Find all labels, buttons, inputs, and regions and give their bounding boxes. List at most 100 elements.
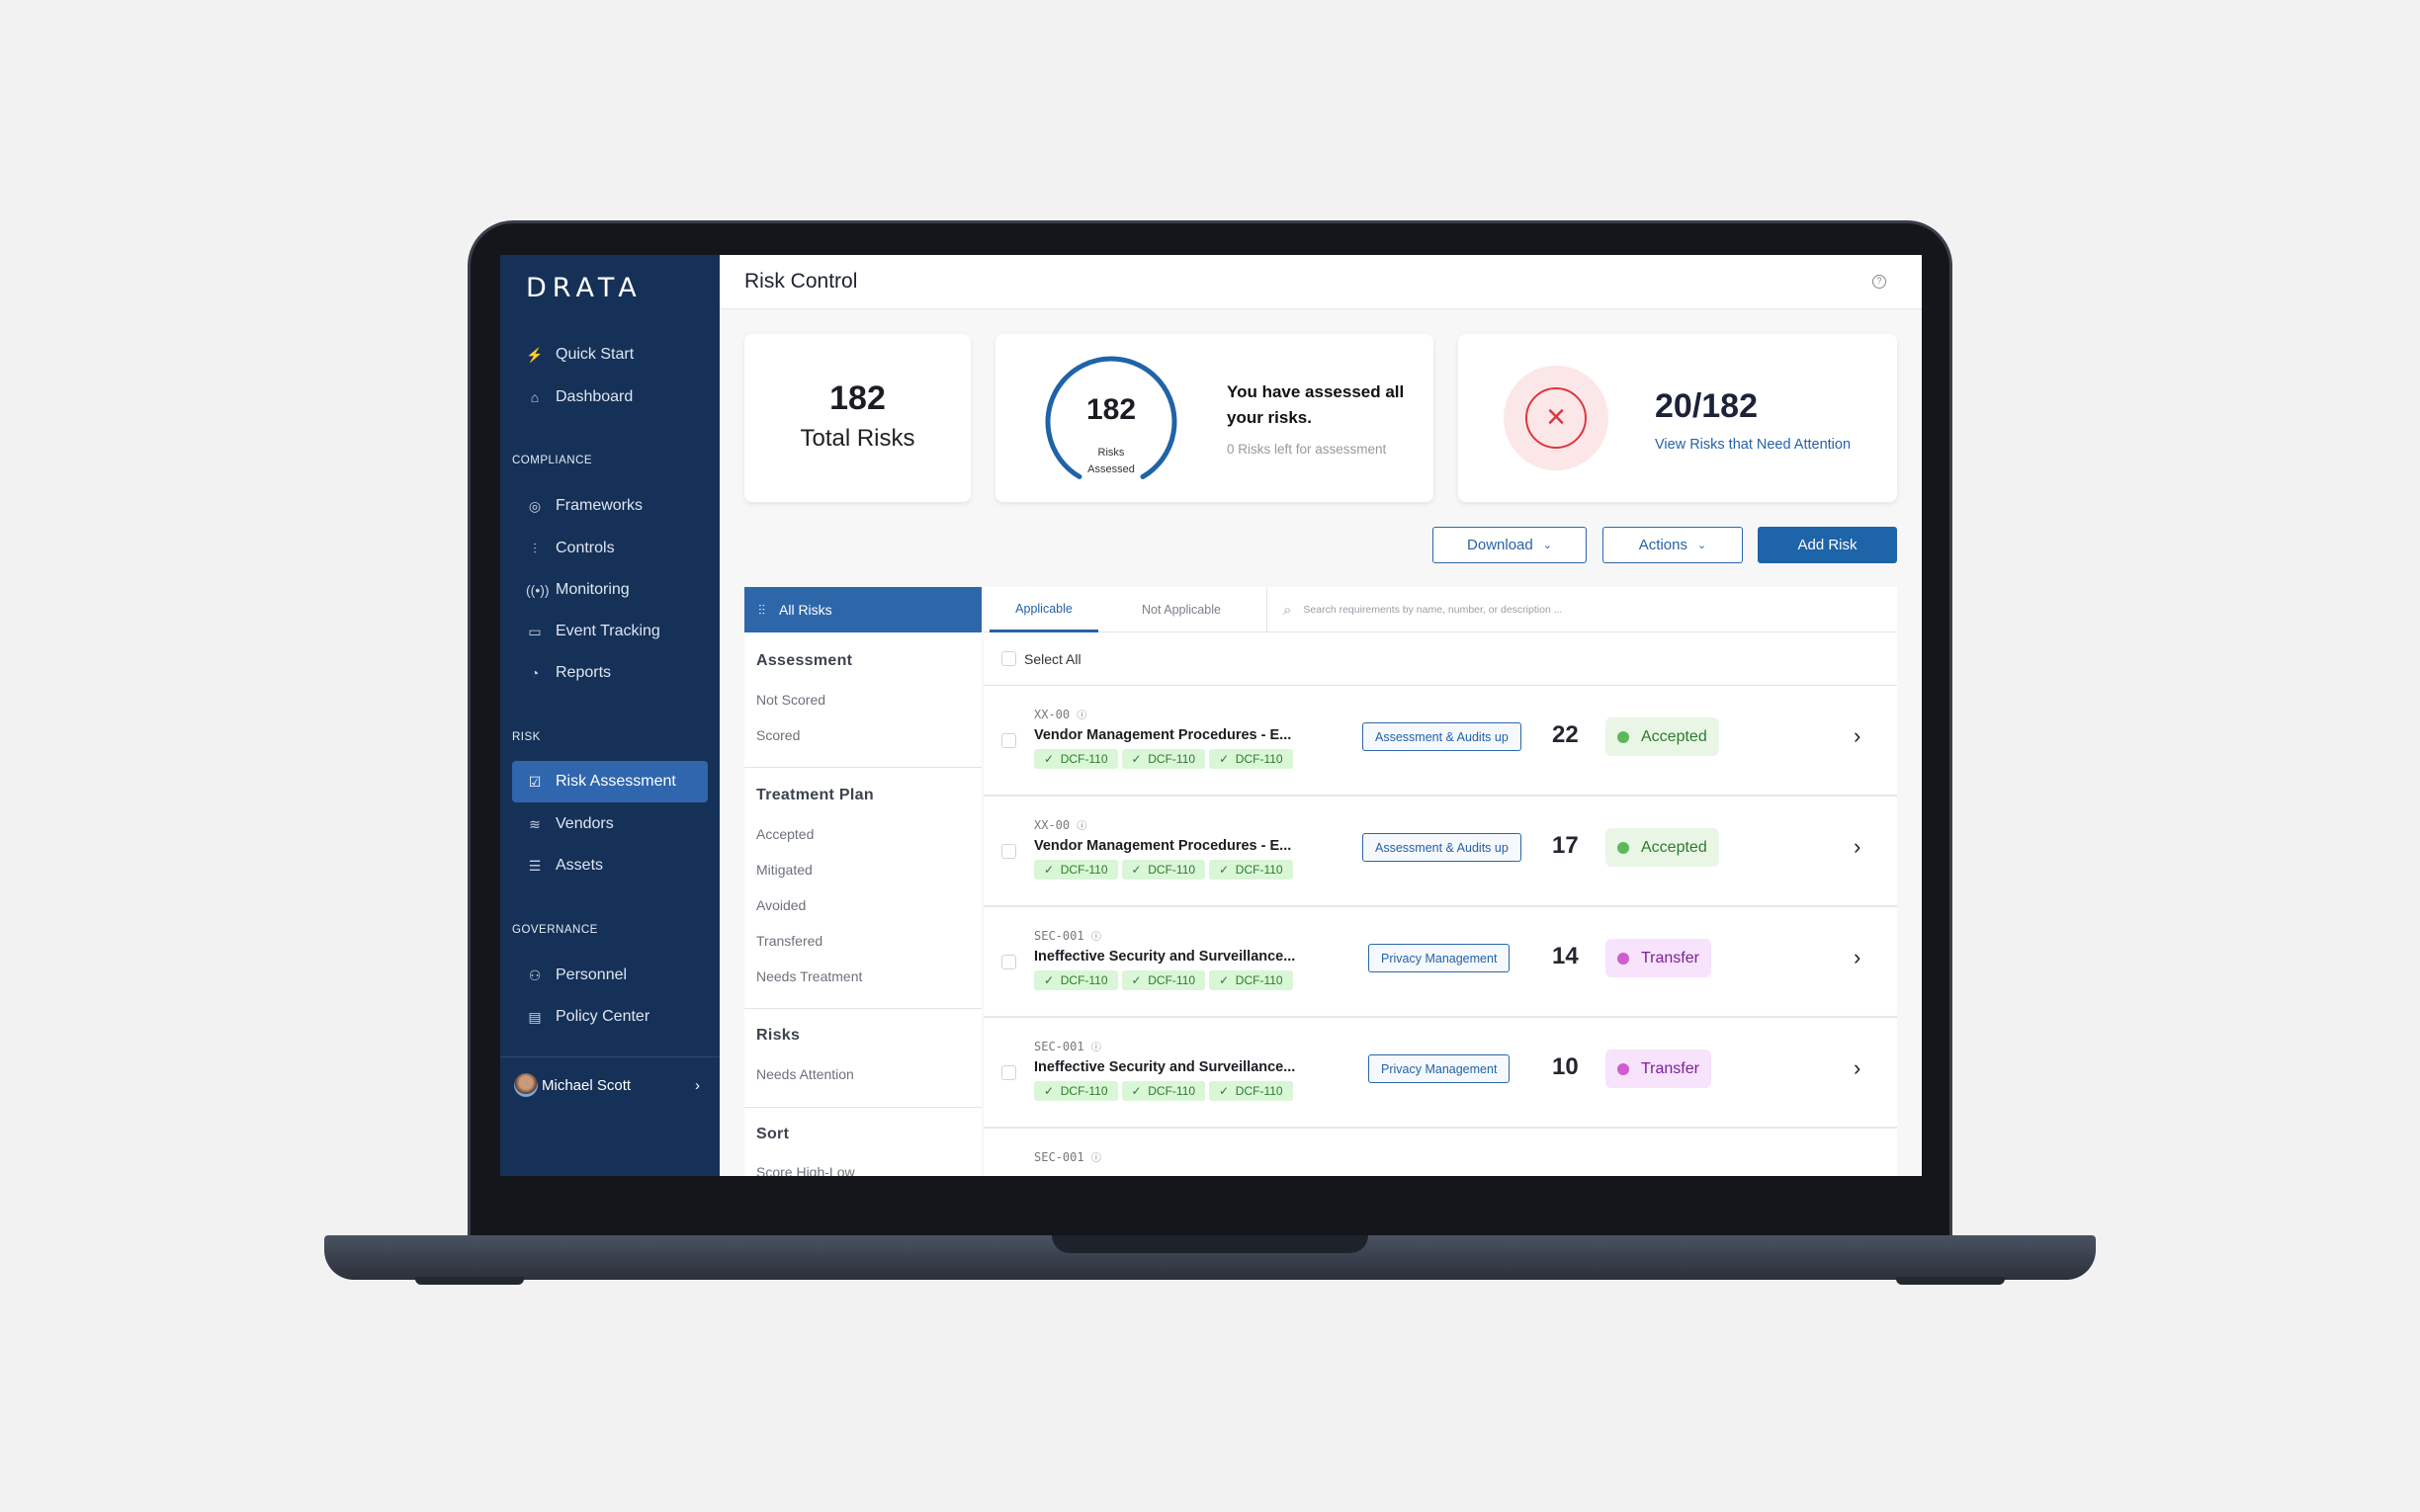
control-tag[interactable]: ✓ DCF-110 [1121,860,1206,880]
row-checkbox[interactable] [1001,955,1016,969]
users-icon: ⚇ [528,966,542,983]
nav-label: Controls [556,540,615,556]
filter-needs-treatment[interactable]: Needs Treatment [756,968,862,984]
table-row[interactable]: SEC-001 ⓘ Ineffective Security and Survei… [984,907,1897,1018]
check-icon: ✓ [1044,1084,1055,1098]
category-pill[interactable]: Privacy Management [1368,944,1511,972]
control-tag[interactable]: ✓ DCF-110 [1034,970,1118,990]
control-tags: ✓ DCF-110 ✓ DCF-110 ✓ DCF-110 [1034,749,1293,769]
filter-divider [744,1008,982,1009]
chevron-right-icon[interactable]: › [1854,723,1860,749]
download-button[interactable]: Download ⌄ [1432,527,1587,563]
risks-assessed-card: 182 Risks Assessed You have assessed all… [995,334,1433,502]
check-icon: ✓ [1219,973,1230,987]
sliders-icon: ⫶ [533,540,537,556]
chevron-right-icon[interactable]: › [1854,945,1860,970]
info-icon: ⓘ [1077,821,1087,832]
user-menu[interactable]: Michael Scott › [514,1067,708,1103]
risk-id-text: XX-00 [1034,708,1071,721]
filter-transfered[interactable]: Transfered [756,933,822,949]
info-icon: ⓘ [1090,932,1101,943]
select-all-row[interactable]: Select All [984,632,1897,686]
risk-name[interactable]: Ineffective Security and Surveillance... [1034,1059,1295,1075]
nav-event-tracking[interactable]: ▭ Event Tracking [512,611,708,652]
nav-controls[interactable]: ⫶ Controls [512,528,708,569]
filter-mitigated[interactable]: Mitigated [756,862,813,878]
table-row[interactable]: XX-00 ⓘ Vendor Management Procedures - E.… [984,797,1897,907]
status-badge: Accepted [1605,828,1719,867]
status-dot [1617,952,1629,965]
nav-label: Personnel [556,966,628,983]
chevron-right-icon[interactable]: › [1854,834,1860,860]
filter-not-scored[interactable]: Not Scored [756,692,825,708]
assessed-sub: 0 Risks left for assessment [1227,442,1387,457]
nav-label: Risk Assessment [556,773,676,790]
status-label: Accepted [1641,838,1707,856]
filter-accepted[interactable]: Accepted [756,826,814,842]
nav-reports[interactable]: ◔ Reports [512,652,708,694]
attention-value: 20/182 [1655,387,1758,425]
risk-score: 14 [1552,943,1579,969]
control-tag[interactable]: ✓ DCF-110 [1209,860,1293,880]
calendar-icon: ▭ [528,623,542,639]
total-risks-label: Total Risks [800,425,915,452]
tab-applicable[interactable]: Applicable [990,587,1098,632]
tag-label: DCF-110 [1148,973,1196,987]
nav-policy-center[interactable]: ▤ Policy Center [512,996,708,1038]
row-checkbox[interactable] [1001,733,1016,748]
status-label: Transfer [1641,1059,1699,1077]
control-tags: ✓ DCF-110 ✓ DCF-110 ✓ DCF-110 [1034,970,1293,990]
filter-scored[interactable]: Scored [756,727,800,743]
risk-name[interactable]: Vendor Management Procedures - E... [1034,727,1291,743]
control-tag[interactable]: ✓ DCF-110 [1121,1081,1206,1101]
view-attention-link[interactable]: View Risks that Need Attention [1655,437,1851,453]
tag-label: DCF-110 [1148,1084,1196,1098]
nav-dashboard[interactable]: ⌂ Dashboard [512,377,708,418]
nav-frameworks[interactable]: ◎ Frameworks [512,485,708,527]
all-risks-filter[interactable]: ⫶⫶ All Risks [744,587,982,632]
help-icon[interactable]: ? [1872,275,1886,289]
check-icon: ✓ [1131,752,1142,766]
risk-name[interactable]: Ineffective Security and Surveillance... [1034,949,1295,965]
filter-needs-attention[interactable]: Needs Attention [756,1066,854,1082]
control-tag[interactable]: ✓ DCF-110 [1121,970,1206,990]
table-row[interactable]: XX-00 ⓘ Vendor Management Procedures - E.… [984,686,1897,797]
row-checkbox[interactable] [1001,1065,1016,1080]
filter-avoided[interactable]: Avoided [756,897,806,913]
category-pill[interactable]: Assessment & Audits up [1362,833,1521,862]
actions-button[interactable]: Actions ⌄ [1602,527,1743,563]
table-row[interactable]: SEC-001 ⓘ Ineffective Security and Survei… [984,1018,1897,1129]
nav-vendors[interactable]: ≋ Vendors [512,803,708,845]
home-icon: ⌂ [530,389,540,405]
risk-id-text: SEC-001 [1034,1150,1084,1164]
avatar [514,1073,538,1097]
row-checkbox[interactable] [1001,844,1016,859]
nav-quick-start[interactable]: ⚡ Quick Start [512,334,708,376]
search-input[interactable]: ⌕ Search requirements by name, number, or… [1266,587,1897,632]
nav-assets[interactable]: ☰ Assets [512,845,708,886]
control-tag[interactable]: ✓ DCF-110 [1121,749,1206,769]
tag-label: DCF-110 [1060,752,1108,766]
tab-not-applicable[interactable]: Not Applicable [1122,587,1241,632]
table-row[interactable]: SEC-001 ⓘ [984,1129,1897,1176]
control-tag[interactable]: ✓ DCF-110 [1034,749,1118,769]
control-tag[interactable]: ✓ DCF-110 [1209,970,1293,990]
filter-divider [744,767,982,768]
risk-name[interactable]: Vendor Management Procedures - E... [1034,838,1291,854]
add-risk-button[interactable]: Add Risk [1758,527,1897,563]
control-tag[interactable]: ✓ DCF-110 [1034,1081,1118,1101]
nav-personnel[interactable]: ⚇ Personnel [512,955,708,996]
sort-score-high-low[interactable]: Score High-Low [756,1164,855,1176]
nav-label: Frameworks [556,497,644,514]
select-all-checkbox[interactable] [1001,651,1016,666]
laptop-foot [415,1277,524,1285]
nav-risk-assessment[interactable]: ☑ Risk Assessment [512,761,708,802]
risk-score: 17 [1552,832,1579,859]
nav-monitoring[interactable]: ((•)) Monitoring [512,569,708,611]
chevron-right-icon[interactable]: › [1854,1055,1860,1081]
category-pill[interactable]: Assessment & Audits up [1362,722,1521,751]
control-tag[interactable]: ✓ DCF-110 [1209,1081,1293,1101]
control-tag[interactable]: ✓ DCF-110 [1209,749,1293,769]
control-tag[interactable]: ✓ DCF-110 [1034,860,1118,880]
category-pill[interactable]: Privacy Management [1368,1054,1511,1083]
